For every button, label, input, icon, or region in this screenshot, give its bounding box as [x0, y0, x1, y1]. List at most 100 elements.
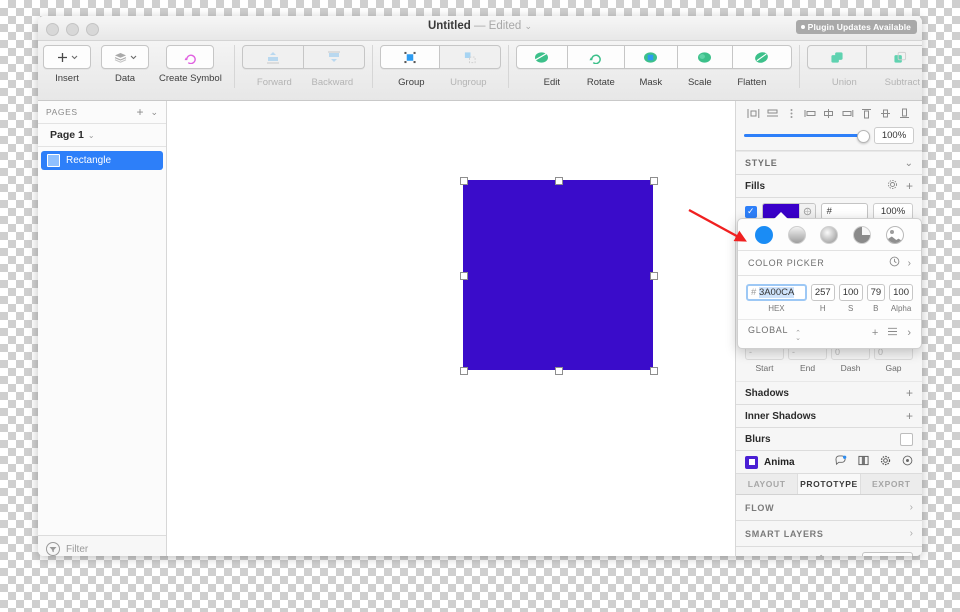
mask-button[interactable] [624, 45, 678, 69]
flow-row[interactable]: FLOW › [736, 495, 922, 521]
plugin-updates-badge[interactable]: Plugin Updates Available [795, 20, 917, 34]
gear-icon[interactable] [887, 179, 898, 193]
pages-chevron-down-icon[interactable]: ⌄ [150, 107, 158, 118]
page-item[interactable]: Page 1 ⌄ [38, 124, 166, 147]
smart-layers-chevron-right-icon[interactable]: › [910, 528, 913, 539]
add-global-color-icon[interactable]: + [872, 327, 878, 339]
layer-row-rectangle[interactable]: Rectangle [41, 151, 163, 170]
toolbar-item-insert[interactable]: Insert [38, 45, 96, 84]
angular-gradient-icon[interactable] [853, 226, 872, 244]
toolbar-item-create-symbol[interactable]: Create Symbol [154, 45, 227, 84]
group-icon [404, 51, 416, 63]
filter-icon [46, 542, 60, 556]
smart-layers-row[interactable]: SMART LAYERS › [736, 521, 922, 547]
insert-button[interactable] [43, 45, 91, 69]
add-fill-icon[interactable]: + [906, 179, 913, 193]
blurs-checkbox[interactable] [900, 432, 913, 446]
scale-button[interactable] [677, 45, 733, 69]
align-left-edge-icon[interactable] [803, 107, 817, 120]
edit-button[interactable] [515, 45, 568, 69]
hex-field[interactable]: # 3A00CA [746, 284, 807, 301]
tab-layout[interactable]: LAYOUT [736, 474, 799, 494]
main-body: PAGES + ⌄ Page 1 ⌄ Rectangle Filter 100%… [38, 101, 922, 556]
color-picker-expand-icon[interactable]: › [908, 258, 911, 269]
rotate-button[interactable] [567, 45, 625, 69]
create-interaction-button[interactable]: Create [862, 551, 913, 556]
gear-icon[interactable] [880, 455, 891, 469]
anima-tabs: LAYOUT PROTOTYPE EXPORT [736, 474, 922, 495]
toolbar-item-data[interactable]: Data [96, 45, 154, 84]
opacity-value-field[interactable]: 100% [874, 127, 914, 144]
align-center-horizontal-icon[interactable] [765, 107, 779, 120]
fill-link-icon[interactable] [799, 204, 815, 219]
solid-color-icon[interactable] [755, 226, 774, 244]
color-picker-header: COLOR PICKER › [738, 251, 921, 276]
clock-icon[interactable] [889, 256, 900, 270]
align-right-edge-icon[interactable] [841, 107, 855, 120]
resize-handle-top-left[interactable] [460, 177, 468, 185]
style-section-header[interactable]: STYLE ⌄ [736, 151, 922, 175]
resize-handle-bottom-right[interactable] [650, 367, 658, 375]
create-symbol-icon [184, 54, 196, 64]
flatten-button[interactable] [732, 45, 792, 69]
border-dash-caption: Dash [840, 363, 861, 373]
align-bottom-icon[interactable] [897, 107, 911, 120]
global-label-text: GLOBAL [748, 325, 788, 335]
opacity-slider-knob[interactable] [857, 130, 871, 143]
panel-icon[interactable] [858, 455, 869, 469]
bring-forward-icon [266, 51, 279, 63]
fill-enabled-checkbox[interactable]: ✓ [745, 205, 757, 218]
hue-field[interactable]: 257 [810, 284, 835, 301]
tab-prototype[interactable]: PROTOTYPE [798, 474, 861, 494]
document-title-text: Untitled [427, 20, 471, 32]
resize-handle-top-right[interactable] [650, 177, 658, 185]
opacity-slider[interactable] [744, 130, 871, 143]
distribute-icon[interactable] [784, 107, 798, 120]
pattern-fill-icon[interactable] [885, 226, 904, 244]
forward-label: Forward [256, 77, 292, 88]
layer-filter-bar[interactable]: Filter [38, 535, 166, 556]
opacity-row: 100% [736, 123, 922, 151]
global-expand-icon[interactable]: › [907, 327, 911, 339]
data-button[interactable] [101, 45, 149, 69]
group-button[interactable] [379, 45, 440, 69]
style-chevron-down-icon[interactable]: ⌄ [905, 158, 913, 169]
resize-handle-middle-right[interactable] [650, 272, 658, 280]
subtract-label: Subtract [884, 77, 921, 88]
rectangle-layer-icon [47, 154, 60, 167]
add-inner-shadow-icon[interactable]: + [906, 409, 913, 423]
align-top-icon[interactable] [860, 107, 874, 120]
alpha-field[interactable]: 100 [889, 284, 913, 301]
create-symbol-button[interactable] [166, 45, 215, 69]
linear-gradient-icon[interactable] [787, 226, 806, 244]
rectangle-shape[interactable] [463, 180, 653, 370]
send-backward-icon [327, 51, 340, 62]
blurs-section-header: Blurs [736, 428, 922, 450]
global-colors-label: GLOBAL ⌃ ⌄ [748, 325, 863, 342]
tab-export[interactable]: EXPORT [861, 474, 922, 494]
pages-label: PAGES [46, 107, 78, 117]
align-middle-icon[interactable] [879, 107, 893, 120]
page-chevron-down-icon[interactable]: ⌄ [88, 131, 95, 140]
list-icon[interactable] [887, 327, 898, 339]
target-icon[interactable] [902, 455, 913, 469]
saturation-field[interactable]: 100 [838, 284, 863, 301]
add-shadow-icon[interactable]: + [906, 386, 913, 400]
align-center-icon[interactable] [822, 107, 836, 120]
global-stepper[interactable]: ⌃ ⌄ [795, 330, 802, 342]
boolean-buttons [806, 45, 922, 69]
canvas-area[interactable] [167, 101, 735, 556]
resize-handle-middle-left[interactable] [460, 272, 468, 280]
title-chevron-down-icon[interactable]: ⌄ [524, 21, 532, 31]
brightness-field[interactable]: 79 [866, 284, 886, 301]
flow-chevron-right-icon[interactable]: › [910, 502, 913, 513]
edit-label: Edit [543, 77, 561, 88]
comment-icon[interactable] [835, 455, 847, 469]
resize-handle-top-center[interactable] [555, 177, 563, 185]
align-left-icon[interactable] [746, 107, 760, 120]
filter-placeholder: Filter [66, 543, 89, 555]
radial-gradient-icon[interactable] [820, 226, 839, 244]
resize-handle-bottom-left[interactable] [460, 367, 468, 375]
add-page-icon[interactable]: + [136, 105, 143, 119]
resize-handle-bottom-center[interactable] [555, 367, 563, 375]
